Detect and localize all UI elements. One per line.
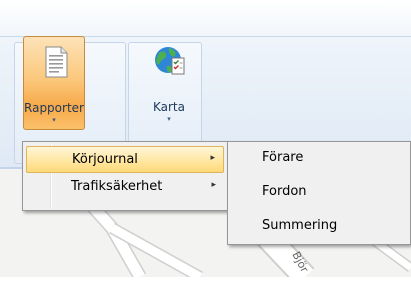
chevron-down-icon: ▾ xyxy=(167,115,171,123)
karta-button[interactable]: Karta ▾ xyxy=(138,36,200,130)
submenu-item-label: Förare xyxy=(262,150,304,165)
rapporter-button[interactable]: Rapporter ▾ xyxy=(23,36,85,130)
korjournal-submenu: Förare Fordon Summering xyxy=(227,141,411,245)
globe-checklist-icon xyxy=(155,47,185,75)
chevron-right-icon: ▸ xyxy=(211,180,216,190)
menu-item-label: Körjournal xyxy=(72,152,138,167)
karta-label: Karta xyxy=(152,100,185,114)
submenu-item-label: Fordon xyxy=(262,184,307,199)
ribbon-tab-strip xyxy=(0,0,411,36)
menu-item-label: Trafiksäkerhet xyxy=(71,179,163,194)
menu-item-korjournal[interactable]: Körjournal ▸ xyxy=(26,146,224,173)
submenu-item-fordon[interactable]: Fordon xyxy=(231,179,407,204)
rapporter-dropdown-menu: Körjournal ▸ Trafiksäkerhet ▸ xyxy=(22,141,228,211)
chevron-right-icon: ▸ xyxy=(210,153,215,163)
document-icon xyxy=(45,46,68,78)
submenu-item-label: Summering xyxy=(262,218,338,233)
submenu-item-forare[interactable]: Förare xyxy=(231,145,407,170)
menu-item-trafiksakerhet[interactable]: Trafiksäkerhet ▸ xyxy=(26,174,224,199)
rapporter-label: Rapporter xyxy=(24,101,84,115)
chevron-down-icon: ▾ xyxy=(52,116,56,124)
submenu-item-summering[interactable]: Summering xyxy=(231,213,407,238)
